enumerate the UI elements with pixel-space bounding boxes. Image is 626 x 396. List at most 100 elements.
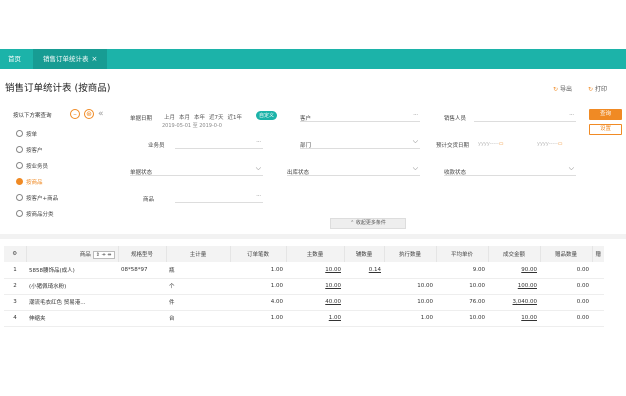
col-amount[interactable]: 成交金额 (488, 246, 541, 262)
delivery-date-end[interactable]: yyyy-----▭ (537, 141, 563, 147)
collapse-conditions-button[interactable]: ⌃ 收起更多条件 (330, 218, 406, 229)
print-label: 打印 (595, 86, 608, 93)
date-quick-options: 上月 本月 本年 近7天 近1年 (164, 113, 246, 121)
col-label: 商品 (79, 251, 91, 258)
spec-cell (118, 310, 166, 327)
calendar-icon: ▭ (557, 141, 563, 147)
close-icon[interactable]: × (92, 55, 98, 63)
col-spec[interactable]: 规格型号 (118, 246, 167, 262)
qty-cell[interactable]: 10.00 (286, 278, 344, 295)
outbound-select[interactable]: ⌵ (287, 164, 420, 176)
results-table: ⚙ 商品 ⇕ ⇸ ⇻ 规格型号 主计量 订单笔数 主数量 辅数量 执行数量 平均单… (4, 246, 605, 327)
preset-by-category[interactable]: 按商品分类 (16, 210, 54, 218)
agent-field[interactable]: ··· (175, 138, 263, 149)
aux-qty-cell[interactable] (344, 294, 384, 311)
date-option-last-month[interactable]: 上月 (164, 115, 175, 121)
product-field[interactable]: ··· (175, 192, 263, 203)
product-cell: 5858腰饰品(成人) (26, 262, 118, 279)
col-orders[interactable]: 订单笔数 (230, 246, 287, 262)
date-range-value: 2019-05-01 至 2019-0-0 (162, 123, 222, 129)
settings-button[interactable]: 设置 (589, 124, 622, 135)
table-row[interactable]: 1 5858腰饰品(成人) 08*58*97 瓶 1.00 10.00 0.14 9.00 90… (4, 262, 605, 279)
preset-label: 按商品分类 (26, 212, 54, 218)
print-button[interactable]: ↻ 打印 (588, 84, 607, 93)
ellipsis-icon: ··· (256, 139, 261, 145)
sort-filter-icon[interactable]: ⇕ ⇸ ⇻ (92, 250, 115, 259)
orders-cell: 1.00 (230, 310, 286, 327)
section-divider (0, 234, 626, 239)
preset-label: 按单 (26, 132, 38, 138)
gear-icon[interactable]: ⚙ (4, 246, 27, 262)
avg-price-cell: 10.00 (436, 310, 488, 327)
amount-cell[interactable]: 100.00 (488, 278, 540, 295)
customer-product-icon (16, 194, 23, 201)
agent-icon (16, 162, 23, 169)
status-select[interactable]: ⌵ (130, 164, 263, 176)
amount-cell[interactable]: 10.00 (488, 310, 540, 327)
custom-date-tag[interactable]: 自定义 (256, 111, 278, 120)
preset-by-customer[interactable]: 按客户 (16, 146, 43, 154)
col-gift-partial[interactable]: 赠 (592, 246, 605, 262)
date-option-this-month[interactable]: 本月 (179, 115, 190, 121)
spec-cell (118, 278, 166, 295)
row-index: 2 (4, 278, 26, 295)
preset-by-order[interactable]: 按单 (16, 130, 37, 138)
date-option-1-year[interactable]: 近1年 (228, 115, 243, 121)
export-button[interactable]: ↻ 导出 (553, 84, 572, 93)
query-button[interactable]: 查询 (589, 109, 622, 120)
preset-heading: 按以下方案查询 (13, 113, 52, 119)
spec-cell (118, 294, 166, 311)
col-avg-price[interactable]: 平均单价 (436, 246, 489, 262)
gift-qty-cell: 0.00 (540, 278, 592, 295)
tab-home[interactable]: 首页 (8, 49, 21, 69)
salesperson-label: 销售人员 (444, 116, 467, 122)
col-product[interactable]: 商品 ⇕ ⇸ ⇻ (26, 246, 119, 262)
tab-sales-order-stats[interactable]: 销售订单统计表 × (33, 49, 107, 69)
unit-cell: 件 (166, 294, 230, 311)
qty-cell[interactable]: 40.00 (286, 294, 344, 311)
delivery-date-start[interactable]: yyyy-----▭ (478, 141, 504, 147)
unit-cell: 台 (166, 310, 230, 327)
preset-by-product[interactable]: 按商品 (16, 178, 43, 186)
table-row[interactable]: 4 伸缩夹台 1.00 1.00 1.00 10.00 10.00 0.00 (4, 310, 605, 327)
avg-price-cell: 76.00 (436, 294, 488, 311)
chevron-down-icon: ⌵ (568, 164, 574, 172)
table-row[interactable]: 2 (小猪佩琦水粉) 个 1.00 10.00 10.00 10.00 100.00 0.00 (4, 278, 605, 295)
aux-qty-cell[interactable] (344, 278, 384, 295)
date-option-this-year[interactable]: 本年 (194, 115, 205, 121)
print-icon: ↻ (588, 86, 594, 93)
qty-cell[interactable]: 10.00 (286, 262, 344, 279)
row-index: 3 (4, 294, 26, 311)
date-placeholder: yyyy----- (537, 141, 558, 147)
col-qty[interactable]: 主数量 (286, 246, 345, 262)
date-option-7-days[interactable]: 近7天 (209, 115, 224, 121)
product-cell: 伸缩夹 (26, 310, 118, 327)
exec-qty-cell: 1.00 (384, 310, 436, 327)
dept-select[interactable]: ⌵ (300, 137, 420, 149)
qty-cell[interactable]: 1.00 (286, 310, 344, 327)
customer-field[interactable]: ··· (300, 111, 420, 122)
collapse-panel-icon[interactable]: « (98, 109, 104, 119)
preset-by-customer-product[interactable]: 按客户+商品 (16, 194, 58, 202)
table-header-row: ⚙ 商品 ⇕ ⇸ ⇻ 规格型号 主计量 订单笔数 主数量 辅数量 执行数量 平均单… (4, 246, 605, 262)
gift-partial-cell (592, 294, 605, 311)
product-icon (16, 178, 23, 185)
col-unit[interactable]: 主计量 (166, 246, 231, 262)
aux-qty-cell[interactable] (344, 310, 384, 327)
preset-options-icon[interactable]: ⊛ (84, 109, 94, 119)
col-aux-qty[interactable]: 辅数量 (344, 246, 385, 262)
table-row[interactable]: 3 潮流毛衣红色 贸易港... 件 4.00 40.00 10.00 76.00 3,040.… (4, 294, 605, 311)
amount-cell[interactable]: 90.00 (488, 262, 540, 279)
aux-qty-cell[interactable]: 0.14 (344, 262, 384, 279)
date-label: 单据日期 (130, 116, 153, 122)
page-title: 销售订单统计表 (按商品) (5, 83, 111, 94)
exec-qty-cell: 10.00 (384, 278, 436, 295)
tab-bar: 首页 销售订单统计表 × (0, 49, 626, 69)
amount-cell[interactable]: 3,040.00 (488, 294, 540, 311)
col-gift-qty[interactable]: 赠品数量 (540, 246, 593, 262)
preset-by-agent[interactable]: 按业务员 (16, 162, 48, 170)
add-preset-button[interactable]: – (70, 109, 80, 119)
salesperson-field[interactable]: ··· (474, 111, 576, 122)
receipt-select[interactable]: ⌵ (444, 164, 576, 176)
col-exec-qty[interactable]: 执行数量 (384, 246, 437, 262)
